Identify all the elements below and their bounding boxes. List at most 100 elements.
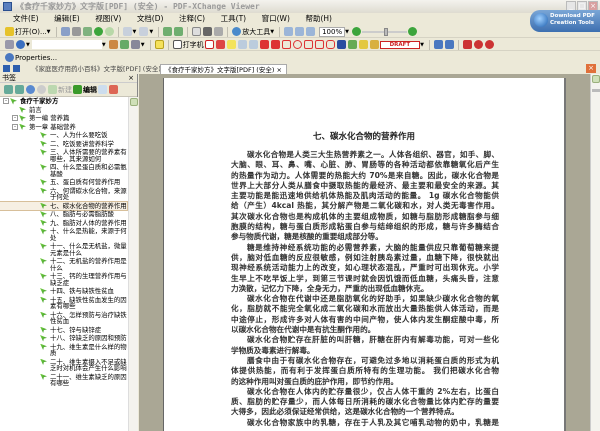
zoom-out-bookmark-icon[interactable] <box>37 85 46 94</box>
zoom-in-bookmark-icon[interactable] <box>26 85 35 94</box>
textbox-icon[interactable] <box>204 40 214 49</box>
menu-comments[interactable]: 注释(C) <box>179 13 205 25</box>
rectangle-icon[interactable] <box>281 40 291 49</box>
menu-document[interactable]: 文档(D) <box>137 13 164 25</box>
bookmark-item[interactable]: 六、何谓碳水化合物，来源于何处 <box>0 187 127 202</box>
pane-close-icon[interactable]: × <box>128 74 134 83</box>
line-icon[interactable] <box>270 40 280 49</box>
menu-edit[interactable]: 编辑(E) <box>54 13 80 25</box>
new-bookmark-button[interactable]: 新建 <box>58 85 72 95</box>
bookmark-item[interactable]: 十九、维生素是什么样的物质 <box>0 343 127 358</box>
bookmark-item[interactable]: 十一、什么是无机盐，微量元素是什么 <box>0 242 127 257</box>
hand-tool-icon[interactable] <box>192 27 202 36</box>
tab-home-medicine[interactable]: 《家庭医疗用药小百科》文字版[PDF] (安全) × <box>28 64 172 74</box>
fit-page-icon[interactable] <box>295 27 305 36</box>
underline-icon[interactable] <box>248 40 258 49</box>
zoom-in-icon[interactable] <box>407 27 417 36</box>
polygon-icon[interactable] <box>303 40 313 49</box>
actual-size-icon[interactable] <box>306 27 316 36</box>
bookmark-item[interactable]: 九、脂肪对人体的营养作用 <box>0 219 127 228</box>
stamp-icon[interactable] <box>369 40 379 49</box>
collapse-icon[interactable]: - <box>3 98 9 104</box>
email-icon[interactable] <box>82 27 92 36</box>
oval-icon[interactable] <box>292 40 302 49</box>
back-icon[interactable] <box>93 27 103 36</box>
strikeout-icon[interactable] <box>237 40 247 49</box>
pin-icon[interactable] <box>336 40 346 49</box>
bookmark-item[interactable]: 二十一、维生素缺乏的原因有哪些 <box>0 373 127 388</box>
bookmark-item[interactable]: 十六、怎样预防与治疗缺铁性贫血 <box>0 311 127 326</box>
bookmark-item[interactable]: 二十、维生素摄入不足或缺乏时对机体会产生什么影响 <box>0 358 127 373</box>
bookmark-item[interactable]: - 第一编 营养篇 <box>0 114 127 123</box>
bookmark-item[interactable]: 十七、锌与缺锌症 <box>0 326 127 335</box>
bookmark-item[interactable]: 十五，缺铁性贫血发生的因素有哪些 <box>0 296 127 311</box>
bookmark-item[interactable]: 十八、锌缺乏的原因和预防 <box>0 334 127 343</box>
save-icon[interactable] <box>60 27 70 36</box>
search-icon[interactable] <box>16 40 25 49</box>
menu-help[interactable]: 帮助(H) <box>305 13 332 25</box>
find-next-icon[interactable] <box>119 40 129 49</box>
fit-width-icon[interactable] <box>284 27 294 36</box>
distance-icon[interactable] <box>463 40 473 49</box>
snapshot-icon[interactable] <box>214 27 224 36</box>
area-icon[interactable] <box>445 40 455 49</box>
bookmark-item[interactable]: 七、碳水化合物的营养作用 <box>0 200 128 211</box>
menu-window[interactable]: 窗口(W) <box>262 13 290 25</box>
expand-all-icon[interactable] <box>4 85 13 94</box>
highlight-icon[interactable] <box>226 40 236 49</box>
bookmark-item[interactable]: 十四、铁与缺铁性贫血 <box>0 287 127 296</box>
delete-bookmark-icon[interactable] <box>98 85 107 94</box>
rotate-left-icon[interactable] <box>163 27 173 36</box>
zoom-level-select[interactable]: 100% <box>319 26 346 37</box>
bookmark-item[interactable]: - 第一章 基础营养 <box>0 123 127 132</box>
eraser-icon[interactable] <box>358 40 368 49</box>
bookmark-item[interactable]: 十三、钙的生理营养作用与缺乏症 <box>0 272 127 287</box>
bookmark-item[interactable]: 二、吃饭要讲营养科学 <box>0 140 127 149</box>
bookmark-item[interactable]: 八、脂肪与必需脂肪酸 <box>0 210 127 219</box>
menu-view[interactable]: 视图(V) <box>95 13 121 25</box>
typewriter-button[interactable]: 打字机 <box>183 40 204 50</box>
window-list-icon[interactable] <box>13 65 20 72</box>
zoom-slider[interactable] <box>361 27 407 36</box>
forward-icon[interactable] <box>104 27 114 36</box>
cloud-icon[interactable] <box>325 40 335 49</box>
pencil-icon[interactable] <box>347 40 357 49</box>
spell-icon[interactable] <box>130 40 140 49</box>
tree-scrollbar[interactable] <box>128 97 138 431</box>
menu-tools[interactable]: 工具(T) <box>221 13 246 25</box>
bookmark-options-icon[interactable] <box>109 85 118 94</box>
area-measure-icon[interactable] <box>485 40 495 49</box>
collapse-icon[interactable]: - <box>12 123 18 130</box>
bookmark-item[interactable]: 前言 <box>0 106 127 115</box>
rotate-right-icon[interactable] <box>174 27 184 36</box>
bookmark-item[interactable]: - 食疗千家妙方 <box>0 97 127 106</box>
stamp-select[interactable]: DRAFT <box>379 40 421 49</box>
undo-icon[interactable] <box>122 27 132 36</box>
zoom-tool-button[interactable]: 放大工具 <box>242 27 270 37</box>
print-icon[interactable] <box>71 27 81 36</box>
tile-icon[interactable] <box>3 65 10 72</box>
bookmark-item[interactable]: 一、人为什么要吃饭 <box>0 131 127 140</box>
menu-file[interactable]: 文件(E) <box>13 13 39 25</box>
document-scrollbar[interactable] <box>590 74 600 431</box>
close-document-button[interactable]: × <box>586 64 596 73</box>
zoom-out-icon[interactable] <box>351 27 361 36</box>
bookmark-item[interactable]: 十二、无机盐的营养作用是什么 <box>0 257 127 272</box>
select-text-icon[interactable] <box>203 27 213 36</box>
sticky-note-icon[interactable] <box>154 40 164 49</box>
redo-icon[interactable] <box>139 27 149 36</box>
scroll-up-button[interactable] <box>130 98 138 106</box>
bookmark-item[interactable]: 四、什么是蛋白质和必需氨基酸 <box>0 163 127 178</box>
scroll-up-button[interactable] <box>592 75 600 83</box>
bookmark-item[interactable]: 三、人体所需要的营养素有哪些，其来源如何 <box>0 148 127 163</box>
polyline-icon[interactable] <box>314 40 324 49</box>
search-input[interactable] <box>31 40 102 49</box>
collapse-icon[interactable]: - <box>12 115 18 121</box>
edit-bookmark-button[interactable]: 编辑 <box>83 85 97 95</box>
callout-icon[interactable] <box>215 40 225 49</box>
measure-icon[interactable] <box>434 40 444 49</box>
collapse-all-icon[interactable] <box>15 85 24 94</box>
link-icon[interactable] <box>5 40 14 49</box>
scroll-thumb[interactable] <box>592 89 600 92</box>
properties-button[interactable]: Properties... <box>15 54 57 62</box>
